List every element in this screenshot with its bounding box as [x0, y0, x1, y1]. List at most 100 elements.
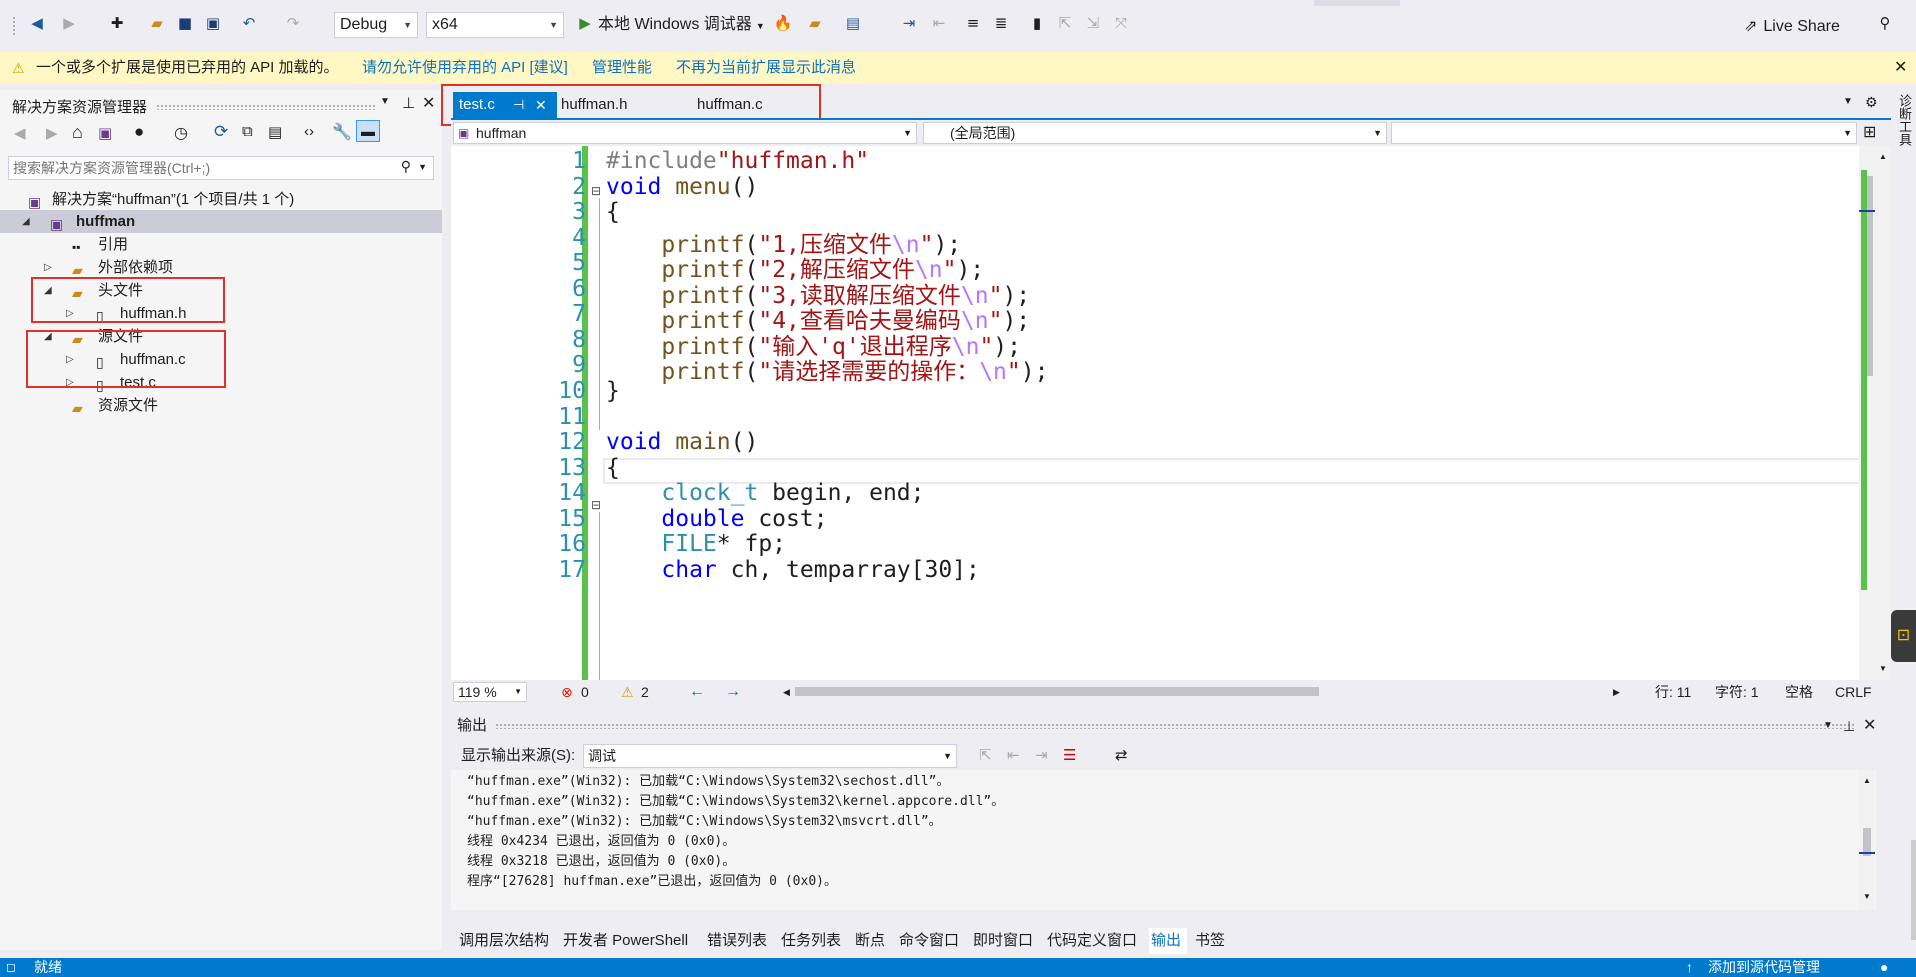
chevron-down-icon[interactable]: ▼	[1843, 96, 1853, 107]
prev-bookmark-icon[interactable]: ⇱	[1054, 12, 1076, 34]
scroll-right-icon[interactable]: ▶	[1613, 680, 1620, 704]
tab-call-hierarchy[interactable]: 调用层次结构	[459, 928, 549, 954]
word-wrap-icon[interactable]: ⇄	[1115, 742, 1128, 770]
home-icon[interactable]: ⌂	[72, 122, 83, 143]
project-nav-select[interactable]: ▣ huffman ▼	[453, 122, 917, 144]
member-nav-select[interactable]: ▼	[1391, 122, 1857, 144]
back-icon[interactable]: ◀	[14, 124, 26, 142]
manage-performance-link[interactable]: 管理性能	[592, 52, 652, 84]
line-ending-indicator[interactable]: CRLF	[1835, 680, 1872, 704]
back-icon[interactable]: ◀	[26, 12, 48, 34]
step-icon[interactable]: ⇥	[898, 12, 920, 34]
undo-icon[interactable]: ↶	[238, 12, 260, 34]
step-out-icon[interactable]: ⇤	[928, 12, 950, 34]
redo-icon[interactable]: ↷	[282, 12, 304, 34]
arrow-right-icon[interactable]: →	[725, 680, 741, 704]
tab-immediate-window[interactable]: 即时窗口	[973, 928, 1033, 954]
code-editor[interactable]: ⊟ ⊟ 1 2 3 4 5 6 7 8 9 10 11 12 13 14 15 …	[451, 146, 1891, 680]
tree-project[interactable]: ◢ ▣ huffman	[0, 210, 442, 233]
forward-icon[interactable]: ▶	[46, 124, 58, 142]
chevron-down-icon[interactable]: ▼	[380, 96, 390, 107]
browser-icon[interactable]: ▤	[842, 12, 864, 34]
expand-icon[interactable]: ◢	[22, 210, 30, 233]
tree-item-external-deps[interactable]: ▷ ▰ 外部依赖项	[0, 256, 442, 279]
close-icon[interactable]: ✕	[1863, 712, 1876, 740]
preview-toggle-icon[interactable]: ▬	[356, 120, 380, 142]
add-to-source-control[interactable]: 添加到源代码管理	[1708, 958, 1820, 977]
live-share-button[interactable]: ⇗ Live Share	[1744, 16, 1840, 38]
allow-deprecated-api-link[interactable]: 请勿允许使用弃用的 API [建议]	[362, 52, 568, 84]
tab-command-window[interactable]: 命令窗口	[899, 928, 959, 954]
chevron-down-icon[interactable]: ▼	[418, 162, 427, 172]
expand-icon[interactable]: ▷	[44, 256, 52, 279]
find-message-icon[interactable]: ⇱	[979, 742, 992, 770]
warning-icon[interactable]: ⚠	[621, 680, 634, 704]
line-indicator[interactable]: 行: 11	[1655, 680, 1691, 704]
close-icon[interactable]: ✕	[1894, 52, 1907, 84]
scroll-down-icon[interactable]: ▼	[1863, 892, 1871, 901]
output-source-select[interactable]: 调试 ▼	[583, 744, 957, 768]
search-icon[interactable]: ⚲	[401, 158, 411, 175]
next-bookmark-icon[interactable]: ⇲	[1082, 12, 1104, 34]
editor-scroll-gutter[interactable]: ▲ ▼	[1875, 146, 1891, 680]
scroll-up-icon[interactable]: ▲	[1879, 152, 1887, 161]
save-icon[interactable]: ■	[174, 12, 196, 34]
next-message-icon[interactable]: ⇥	[1035, 742, 1048, 770]
horizontal-scroll-thumb[interactable]	[795, 687, 1319, 696]
configuration-select[interactable]: Debug ▼	[334, 12, 418, 38]
clear-bookmarks-icon[interactable]: ⤧	[1110, 12, 1132, 34]
comment-icon[interactable]: ≡	[962, 12, 984, 34]
error-count[interactable]: 0	[581, 680, 589, 704]
panel-splitter[interactable]	[442, 90, 451, 958]
scope-nav-select[interactable]: (全局范围) ▼	[923, 122, 1387, 144]
whitespace-indicator[interactable]: 空格	[1785, 680, 1813, 704]
tree-item-resource-files[interactable]: ▰ 资源文件	[0, 394, 442, 417]
copilot-icon[interactable]: ⊡	[1891, 610, 1916, 662]
globe-icon[interactable]: ●	[134, 122, 144, 142]
scroll-up-icon[interactable]: ▲	[1863, 776, 1871, 785]
switch-view-icon[interactable]: ▣	[98, 124, 112, 142]
tab-code-definition[interactable]: 代码定义窗口	[1047, 928, 1137, 954]
tab-error-list[interactable]: 错误列表	[707, 928, 767, 954]
solution-search-box[interactable]: ⚲ ▼	[8, 156, 434, 180]
close-icon[interactable]: ✕	[422, 93, 435, 113]
prev-message-icon[interactable]: ⇤	[1007, 742, 1020, 770]
code-icon[interactable]: ‹›	[304, 123, 314, 140]
char-indicator[interactable]: 字符: 1	[1715, 680, 1759, 704]
pin-icon[interactable]: ⊥	[402, 94, 415, 112]
open-folder-icon[interactable]: ▰	[146, 12, 168, 34]
forward-icon[interactable]: ▶	[58, 12, 80, 34]
output-text[interactable]: “huffman.exe”(Win32): 已加载“C:\Windows\Sys…	[451, 770, 1876, 910]
new-project-icon[interactable]: ✚	[106, 12, 128, 34]
tree-item-references[interactable]: ▪▪ 引用	[0, 233, 442, 256]
collapse-icon[interactable]: ⊟	[591, 184, 601, 198]
tab-bookmarks[interactable]: 书签	[1195, 928, 1225, 954]
scroll-thumb[interactable]	[1867, 176, 1873, 376]
save-all-icon[interactable]: ▣	[202, 12, 224, 34]
warning-count[interactable]: 2	[641, 680, 649, 704]
output-scrollbar[interactable]: ▲ ▼	[1859, 770, 1875, 910]
tab-developer-powershell[interactable]: 开发者 PowerShell	[563, 928, 688, 954]
play-icon[interactable]: ▶	[574, 12, 596, 34]
tab-breakpoints[interactable]: 断点	[855, 928, 885, 954]
run-debugger-button[interactable]: 本地 Windows 调试器 ▼	[598, 14, 765, 37]
bookmark-icon[interactable]: ▮	[1026, 12, 1048, 34]
diagnostics-tool-tab[interactable]: 诊断工具	[1895, 94, 1912, 146]
pin-icon[interactable]: ⊥	[1843, 712, 1855, 740]
feedback-icon[interactable]: ⚲	[1874, 12, 1896, 34]
platform-select[interactable]: x64 ▼	[426, 12, 564, 38]
vertical-scrollbar[interactable]	[1859, 146, 1875, 680]
scroll-left-icon[interactable]: ◀	[783, 680, 790, 704]
hot-reload-icon[interactable]: 🔥	[772, 12, 794, 34]
zoom-select[interactable]: 119 % ▼	[453, 682, 527, 702]
sync-icon[interactable]: ⟳	[214, 122, 228, 142]
tree-solution[interactable]: ▣ 解决方案“huffman”(1 个项目/共 1 个)	[0, 188, 442, 211]
split-editor-icon[interactable]: ⊞	[1863, 122, 1876, 142]
show-all-files-icon[interactable]: ▤	[268, 123, 282, 141]
arrow-left-icon[interactable]: ←	[689, 680, 705, 704]
properties-icon[interactable]: 🔧	[332, 122, 352, 142]
tab-output[interactable]: 输出	[1149, 928, 1187, 954]
history-icon[interactable]: ◷	[174, 123, 188, 143]
error-icon[interactable]: ⊗	[561, 680, 573, 704]
clear-all-icon[interactable]: ☰	[1063, 742, 1076, 770]
